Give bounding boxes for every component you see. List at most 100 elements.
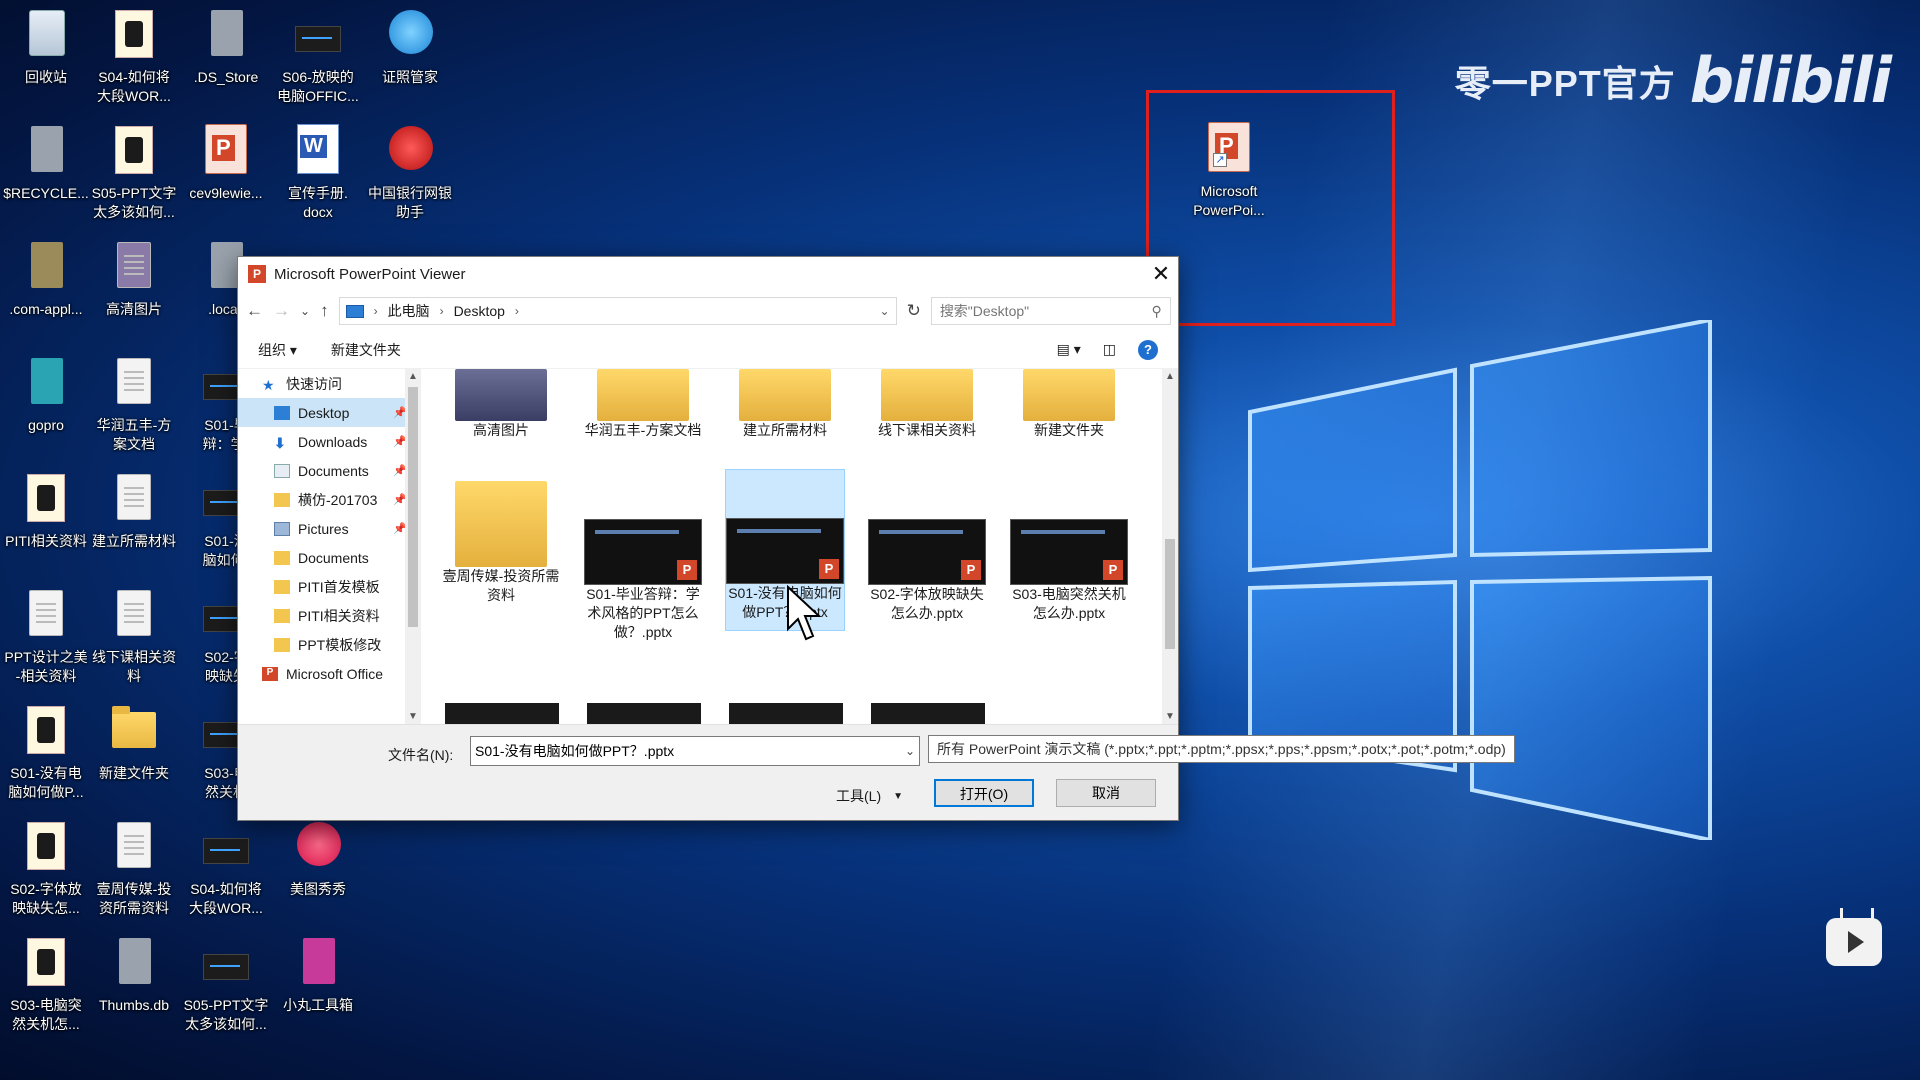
- search-box[interactable]: ⚲: [930, 297, 1171, 325]
- nav-item-microsoft-office[interactable]: P Microsoft Office: [238, 659, 421, 688]
- file-item-folder[interactable]: 华润五丰-方案文档: [583, 369, 703, 440]
- new-folder-button[interactable]: 新建文件夹: [331, 340, 401, 360]
- filename-combobox[interactable]: ⌄: [470, 736, 920, 766]
- open-button[interactable]: 打开(O): [934, 779, 1034, 807]
- desktop-icon-hd-pictures[interactable]: 高清图片: [88, 240, 180, 319]
- file-item-pptx[interactable]: S01-毕业答辩：学术风格的PPT怎么做？.pptx: [583, 519, 703, 642]
- desktop-icon-huarun[interactable]: 华润五丰-方 案文档: [88, 356, 180, 454]
- desktop-icon-s06-office[interactable]: S06-放映的 电脑OFFIC...: [272, 8, 364, 106]
- desktop-icon-label: Thumbs.db: [98, 997, 170, 1013]
- close-button[interactable]: ✕: [1144, 257, 1178, 291]
- desktop-icon-gopro[interactable]: gopro: [0, 356, 92, 435]
- back-arrow-icon[interactable]: ←: [246, 301, 263, 321]
- desktop-icon-boc-helper[interactable]: 中国银行网银 助手: [364, 124, 456, 222]
- forward-arrow-icon[interactable]: →: [273, 301, 290, 321]
- file-label: 新建文件夹: [1034, 422, 1104, 438]
- folder-icon: [597, 369, 689, 421]
- nav-item-downloads[interactable]: ⬇ Downloads 📌: [238, 427, 421, 456]
- scroll-thumb[interactable]: [408, 387, 418, 627]
- scroll-thumb[interactable]: [1165, 539, 1175, 649]
- desktop-icon-zhengzhao[interactable]: 证照管家: [364, 8, 456, 87]
- file-scrollbar[interactable]: ▲ ▼: [1162, 369, 1178, 724]
- desktop-icon-s04-video[interactable]: S04-如何将 大段WOR...: [88, 8, 180, 106]
- nav-item-piti-template[interactable]: PITI首发模板: [238, 572, 421, 601]
- this-pc-icon: [345, 304, 364, 318]
- nav-item-documents-folder[interactable]: Documents: [238, 543, 421, 572]
- nav-item-ppt-template-edit[interactable]: PPT模板修改: [238, 630, 421, 659]
- desktop-icon-piti-materials[interactable]: PITI相关资料: [0, 472, 92, 551]
- desktop-icon-recycle-folder[interactable]: $RECYCLE...: [0, 124, 92, 203]
- file-item-folder[interactable]: 线下课相关资料: [867, 369, 987, 440]
- file-item-folder[interactable]: 新建文件夹: [1009, 369, 1129, 440]
- nav-item-quick-access[interactable]: ★ 快速访问: [238, 369, 421, 398]
- folder-icon: [274, 492, 290, 507]
- view-options-icon[interactable]: ▤ ▾: [1057, 341, 1081, 358]
- media-icon: [27, 938, 65, 986]
- desktop-icon-s02-video[interactable]: S02-字体放 映缺失怎...: [0, 820, 92, 918]
- desktop-icon-offline-course[interactable]: 线下课相关资 料: [88, 588, 180, 686]
- desktop-icon-s03-video[interactable]: S03-电脑突 然关机怎...: [0, 936, 92, 1034]
- slide-thumbnail[interactable]: [729, 703, 843, 724]
- desktop-icon-label: PPT设计之美 -相关资料: [4, 649, 88, 684]
- desktop-icon-s05-video[interactable]: S05-PPT文字 太多该如何...: [88, 124, 180, 222]
- desktop-icon-s01-video[interactable]: S01-没有电 脑如何做P...: [0, 704, 92, 802]
- file-item-pptx[interactable]: S03-电脑突然关机怎么办.pptx: [1009, 519, 1129, 623]
- scroll-up-icon[interactable]: ▲: [405, 371, 421, 382]
- filetype-select[interactable]: 所有 PowerPoint 演示文稿 (*.pptx;*.ppt;*.pptm;…: [928, 735, 1515, 763]
- breadcrumb-this-pc[interactable]: 此电脑: [388, 301, 430, 321]
- preview-pane-icon[interactable]: ◫: [1103, 341, 1116, 358]
- search-icon[interactable]: ⚲: [1152, 303, 1162, 320]
- file-item-pptx[interactable]: S02-字体放映缺失怎么办.pptx: [867, 519, 987, 623]
- desktop-icon-new-folder[interactable]: 新建文件夹: [88, 704, 180, 783]
- desktop-icon-recycle-bin[interactable]: 回收站: [0, 8, 92, 87]
- nav-item-desktop[interactable]: Desktop 📌: [238, 398, 421, 427]
- filename-input[interactable]: [475, 743, 905, 759]
- chevron-down-icon[interactable]: ⌄: [905, 744, 915, 758]
- address-bar[interactable]: › 此电脑 › Desktop › ⌄: [338, 297, 897, 325]
- nav-item-pictures[interactable]: Pictures 📌: [238, 514, 421, 543]
- slide-thumbnail[interactable]: [587, 703, 701, 724]
- desktop-icon-xiaowan-tools[interactable]: 小丸工具箱: [272, 936, 364, 1015]
- desktop-icon-ds-store[interactable]: .DS_Store: [180, 8, 272, 87]
- desktop-icon-yizhou[interactable]: 壹周传媒-投 资所需资料: [88, 820, 180, 918]
- breadcrumb-desktop[interactable]: Desktop: [454, 303, 505, 319]
- image-folder-icon: [117, 242, 151, 288]
- file-item-pptx-selected[interactable]: S01-没有电脑如何做PPT？.pptx: [725, 469, 845, 631]
- file-item-folder[interactable]: 壹周传媒-投资所需资料: [441, 481, 561, 605]
- desktop-icon-com-appl[interactable]: .com-appl...: [0, 240, 92, 319]
- desktop-icon-cev9lewie[interactable]: P cev9lewie...: [180, 124, 272, 203]
- scroll-down-icon[interactable]: ▼: [1162, 711, 1178, 722]
- play-icon[interactable]: [1826, 918, 1882, 966]
- scroll-down-icon[interactable]: ▼: [405, 711, 421, 722]
- file-label: S03-电脑突然关机怎么办.pptx: [1012, 586, 1126, 621]
- scroll-up-icon[interactable]: ▲: [1162, 371, 1178, 382]
- refresh-icon[interactable]: ↻: [907, 301, 921, 321]
- nav-scrollbar[interactable]: ▲ ▼: [405, 369, 421, 724]
- recent-dropdown-icon[interactable]: ⌄: [300, 304, 310, 318]
- tools-label: 工具(L): [836, 788, 882, 804]
- up-arrow-icon[interactable]: ↑: [320, 301, 329, 321]
- file-item-folder[interactable]: 建立所需材料: [725, 369, 845, 440]
- help-icon[interactable]: ?: [1138, 339, 1158, 360]
- chevron-down-icon[interactable]: ⌄: [880, 304, 890, 318]
- desktop-icon-s05-text[interactable]: S05-PPT文字 太多该如何...: [180, 936, 272, 1034]
- search-input[interactable]: [939, 303, 1152, 319]
- file-label: S02-字体放映缺失怎么办.pptx: [870, 586, 984, 621]
- desktop-icon-brochure-docx[interactable]: W 宣传手册. docx: [272, 124, 364, 222]
- nav-label: Pictures: [298, 520, 349, 537]
- desktop-icon-label: 证照管家: [382, 69, 438, 85]
- file-item-folder[interactable]: 高清图片: [441, 369, 561, 440]
- desktop-icon-s04-word[interactable]: S04-如何将 大段WOR...: [180, 820, 272, 918]
- desktop-icon-build-materials[interactable]: 建立所需材料: [88, 472, 180, 551]
- nav-item-henfang[interactable]: 横仿-201703 📌: [238, 485, 421, 514]
- desktop-icon-ppt-design[interactable]: PPT设计之美 -相关资料: [0, 588, 92, 686]
- organize-menu[interactable]: 组织 ▾: [258, 340, 297, 360]
- nav-item-documents[interactable]: Documents 📌: [238, 456, 421, 485]
- desktop-icon-meitu[interactable]: 美图秀秀: [272, 820, 364, 899]
- slide-thumbnail[interactable]: [871, 703, 985, 724]
- nav-item-piti-materials[interactable]: PITI相关资料: [238, 601, 421, 630]
- cancel-button[interactable]: 取消: [1056, 779, 1156, 807]
- tools-menu[interactable]: 工具(L) ▼: [836, 786, 903, 806]
- desktop-icon-thumbs-db[interactable]: Thumbs.db: [88, 936, 180, 1015]
- slide-thumbnail[interactable]: [445, 703, 559, 724]
